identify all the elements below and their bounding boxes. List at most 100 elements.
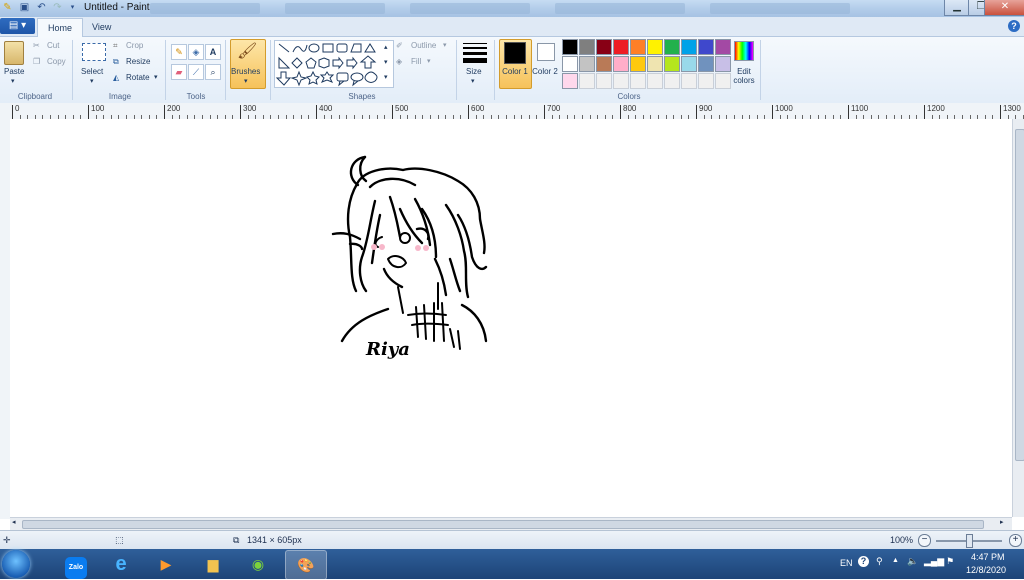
- scroll-right-icon[interactable]: ▸: [1000, 518, 1004, 526]
- start-button[interactable]: [2, 550, 30, 578]
- palette-swatch[interactable]: [664, 39, 680, 55]
- save-icon[interactable]: ▣: [18, 2, 31, 14]
- color-picker-icon[interactable]: ⟋: [188, 64, 204, 80]
- quick-access-dropdown-icon[interactable]: ▾: [66, 2, 79, 14]
- undo-icon[interactable]: ↶: [35, 2, 48, 14]
- file-menu-button[interactable]: ▤ ▾: [0, 18, 35, 34]
- magnifier-icon[interactable]: ⌕: [205, 64, 221, 80]
- palette-swatch[interactable]: [562, 73, 578, 89]
- media-player-icon[interactable]: ▶: [146, 550, 186, 578]
- clock-date[interactable]: 12/8/2020: [966, 565, 1006, 575]
- language-indicator[interactable]: EN: [840, 558, 853, 568]
- size-dropdown-icon[interactable]: ▾: [471, 77, 475, 85]
- palette-swatch[interactable]: [698, 39, 714, 55]
- palette-swatch[interactable]: [715, 73, 731, 89]
- zoom-in-button[interactable]: +: [1009, 534, 1022, 547]
- shapes-expand-icon[interactable]: ▾: [384, 73, 388, 81]
- tray-expand-icon[interactable]: ▲: [892, 557, 899, 564]
- cut-button[interactable]: Cut: [47, 41, 59, 50]
- notification-flag-icon[interactable]: ⚑: [946, 556, 954, 567]
- palette-swatch[interactable]: [562, 39, 578, 55]
- palette-swatch[interactable]: [664, 73, 680, 89]
- vertical-scrollbar[interactable]: [1012, 119, 1024, 517]
- clock-time[interactable]: 4:47 PM: [971, 552, 1005, 562]
- palette-swatch[interactable]: [562, 56, 578, 72]
- palette-swatch[interactable]: [579, 39, 595, 55]
- palette-swatch[interactable]: [613, 56, 629, 72]
- tab-home[interactable]: Home: [37, 18, 84, 37]
- fill-bucket-icon[interactable]: ◈: [188, 44, 204, 60]
- rotate-button[interactable]: Rotate: [126, 73, 150, 82]
- shapes-gallery[interactable]: [274, 40, 394, 88]
- shapes-scroll-down-icon[interactable]: ▾: [384, 58, 388, 66]
- fill-button[interactable]: Fill: [411, 57, 421, 66]
- paste-dropdown-icon[interactable]: ▾: [11, 77, 15, 85]
- fill-dropdown-icon[interactable]: ▾: [427, 57, 431, 65]
- close-button[interactable]: ✕: [984, 0, 1024, 16]
- select-icon[interactable]: [82, 43, 106, 61]
- vertical-scroll-thumb[interactable]: [1015, 129, 1024, 461]
- redo-icon[interactable]: ↷: [51, 2, 64, 14]
- taskbar-zalo[interactable]: Zalo: [56, 550, 96, 579]
- horizontal-scroll-thumb[interactable]: [22, 520, 984, 529]
- size-button[interactable]: Size: [466, 67, 482, 76]
- tray-tool-icon[interactable]: ⚲: [876, 556, 883, 567]
- palette-swatch[interactable]: [613, 39, 629, 55]
- palette-swatch[interactable]: [596, 73, 612, 89]
- edit-colors-icon[interactable]: [734, 41, 754, 61]
- internet-explorer-icon[interactable]: e: [101, 550, 141, 578]
- color2-swatch[interactable]: [537, 43, 555, 61]
- palette-swatch[interactable]: [596, 39, 612, 55]
- zoom-out-button[interactable]: −: [918, 534, 931, 547]
- size-icon[interactable]: [463, 41, 487, 65]
- palette-swatch[interactable]: [681, 56, 697, 72]
- scroll-left-icon[interactable]: ◂: [12, 518, 16, 526]
- file-explorer-icon[interactable]: ▆: [193, 550, 233, 578]
- palette-swatch[interactable]: [698, 56, 714, 72]
- edit-colors-button[interactable]: Edit colors: [730, 67, 758, 85]
- eraser-icon[interactable]: ▰: [171, 64, 187, 80]
- outline-button[interactable]: Outline: [411, 41, 436, 50]
- rotate-dropdown-icon[interactable]: ▾: [154, 73, 158, 81]
- select-dropdown-icon[interactable]: ▾: [90, 77, 94, 85]
- palette-swatch[interactable]: [630, 56, 646, 72]
- crop-button[interactable]: Crop: [126, 41, 143, 50]
- color2-label[interactable]: Color 2: [532, 67, 558, 76]
- palette-swatch[interactable]: [579, 73, 595, 89]
- palette-swatch[interactable]: [715, 56, 731, 72]
- zoom-slider-thumb[interactable]: [966, 534, 973, 548]
- palette-swatch[interactable]: [596, 56, 612, 72]
- select-button[interactable]: Select: [81, 67, 103, 76]
- horizontal-scrollbar[interactable]: ◂ ▸: [10, 517, 1012, 530]
- paint-app-icon[interactable]: ✎: [1, 2, 14, 14]
- drawing-canvas[interactable]: Riya: [10, 119, 1012, 517]
- palette-swatch[interactable]: [579, 56, 595, 72]
- palette-swatch[interactable]: [630, 39, 646, 55]
- paste-icon[interactable]: [4, 41, 24, 65]
- browser-icon[interactable]: ◉: [238, 550, 278, 578]
- palette-swatch[interactable]: [613, 73, 629, 89]
- volume-icon[interactable]: 🔈: [907, 556, 918, 567]
- text-tool-icon[interactable]: A: [205, 44, 221, 60]
- palette-swatch[interactable]: [647, 73, 663, 89]
- palette-swatch[interactable]: [698, 73, 714, 89]
- paste-button[interactable]: Paste: [4, 67, 24, 76]
- palette-swatch[interactable]: [647, 56, 663, 72]
- palette-swatch[interactable]: [630, 73, 646, 89]
- brushes-dropdown-icon[interactable]: ▾: [244, 77, 248, 85]
- palette-swatch[interactable]: [681, 39, 697, 55]
- network-icon[interactable]: ▂▄▆: [924, 556, 944, 567]
- paint-taskbar-icon[interactable]: 🎨: [285, 550, 327, 580]
- palette-swatch[interactable]: [647, 39, 663, 55]
- resize-button[interactable]: Resize: [126, 57, 150, 66]
- minimize-button[interactable]: ▁: [944, 0, 970, 16]
- shapes-scroll-up-icon[interactable]: ▴: [384, 43, 388, 51]
- pencil-icon[interactable]: ✎: [171, 44, 187, 60]
- palette-swatch[interactable]: [664, 56, 680, 72]
- palette-swatch[interactable]: [681, 73, 697, 89]
- tab-view[interactable]: View: [82, 18, 121, 36]
- help-tray-icon[interactable]: ?: [858, 556, 869, 567]
- copy-button[interactable]: Copy: [47, 57, 66, 66]
- outline-dropdown-icon[interactable]: ▾: [443, 41, 447, 49]
- help-icon[interactable]: ?: [1008, 20, 1020, 32]
